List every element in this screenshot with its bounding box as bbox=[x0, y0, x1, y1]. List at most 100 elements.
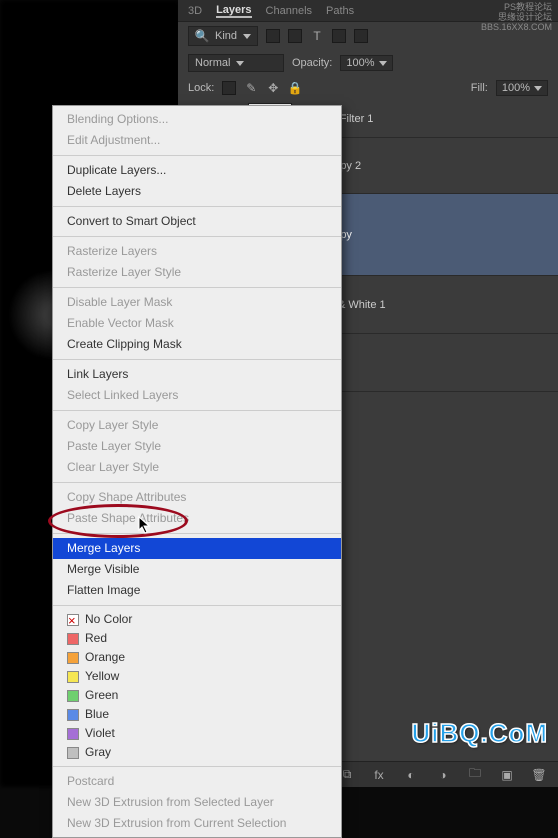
swatch-none-icon bbox=[67, 614, 79, 626]
mi-convert-smart-object[interactable]: Convert to Smart Object bbox=[53, 211, 341, 232]
color-label: Violet bbox=[85, 725, 115, 742]
tab-layers[interactable]: Layers bbox=[216, 4, 251, 18]
filter-smart-icon[interactable] bbox=[354, 29, 368, 43]
mi-copy-layer-style[interactable]: Copy Layer Style bbox=[53, 415, 341, 436]
lock-move-icon[interactable]: ✥ bbox=[266, 81, 280, 95]
color-label: Orange bbox=[85, 649, 125, 666]
blend-row: Normal Opacity: 100% bbox=[178, 50, 558, 76]
filter-kind-select[interactable]: 🔍 Kind bbox=[188, 26, 258, 46]
mi-rasterize-style[interactable]: Rasterize Layer Style bbox=[53, 262, 341, 283]
filter-type-icon[interactable]: T bbox=[310, 29, 324, 43]
swatch-blue-icon bbox=[67, 709, 79, 721]
mi-create-clipping-mask[interactable]: Create Clipping Mask bbox=[53, 334, 341, 355]
mi-clear-layer-style[interactable]: Clear Layer Style bbox=[53, 457, 341, 478]
mi-enable-vector-mask[interactable]: Enable Vector Mask bbox=[53, 313, 341, 334]
mi-merge-layers[interactable]: Merge Layers bbox=[53, 538, 341, 559]
mi-gray[interactable]: Gray bbox=[53, 743, 341, 762]
color-label: No Color bbox=[85, 611, 132, 628]
watermark-line1: 思缘设计论坛 bbox=[481, 12, 552, 22]
trash-icon[interactable]: 🗑 bbox=[532, 768, 546, 782]
mi-green[interactable]: Green bbox=[53, 686, 341, 705]
mi-orange[interactable]: Orange bbox=[53, 648, 341, 667]
fx-icon[interactable]: fx bbox=[372, 768, 386, 782]
mi-paste-layer-style[interactable]: Paste Layer Style bbox=[53, 436, 341, 457]
lock-brush-icon[interactable]: ✎ bbox=[244, 81, 258, 95]
fill-value[interactable]: 100% bbox=[496, 80, 548, 96]
chevron-down-icon bbox=[534, 86, 542, 91]
mi-edit-adjustment[interactable]: Edit Adjustment... bbox=[53, 130, 341, 151]
mi-red[interactable]: Red bbox=[53, 629, 341, 648]
new-layer-icon[interactable]: ▣ bbox=[500, 768, 514, 782]
swatch-green-icon bbox=[67, 690, 79, 702]
mi-violet[interactable]: Violet bbox=[53, 724, 341, 743]
mi-new-3d-current-selection[interactable]: New 3D Extrusion from Current Selection bbox=[53, 813, 341, 834]
lock-transparency-icon[interactable] bbox=[222, 81, 236, 95]
folder-icon[interactable]: 🗀 bbox=[468, 768, 482, 782]
mi-link-layers[interactable]: Link Layers bbox=[53, 364, 341, 385]
mi-disable-layer-mask[interactable]: Disable Layer Mask bbox=[53, 292, 341, 313]
menu-separator bbox=[53, 359, 341, 360]
blend-mode-value: Normal bbox=[195, 57, 230, 69]
color-label: Yellow bbox=[85, 668, 119, 685]
filter-pixel-icon[interactable] bbox=[266, 29, 280, 43]
color-label: Gray bbox=[85, 744, 111, 761]
color-label: Green bbox=[85, 687, 118, 704]
mi-paste-shape-attr[interactable]: Paste Shape Attributes bbox=[53, 508, 341, 529]
mi-new-3d-selected-layer[interactable]: New 3D Extrusion from Selected Layer bbox=[53, 792, 341, 813]
menu-separator bbox=[53, 155, 341, 156]
watermark-top: PS教程论坛 思缘设计论坛 BBS.16XX8.COM bbox=[481, 2, 552, 32]
adjustment-icon[interactable]: ◑ bbox=[436, 768, 450, 782]
watermark-line2: BBS.16XX8.COM bbox=[481, 22, 552, 32]
menu-separator bbox=[53, 206, 341, 207]
opacity-value[interactable]: 100% bbox=[340, 55, 392, 71]
swatch-red-icon bbox=[67, 633, 79, 645]
mi-blending-options[interactable]: Blending Options... bbox=[53, 109, 341, 130]
mi-merge-visible[interactable]: Merge Visible bbox=[53, 559, 341, 580]
color-label: Blue bbox=[85, 706, 109, 723]
opacity-label: Opacity: bbox=[292, 57, 332, 69]
menu-separator bbox=[53, 605, 341, 606]
color-label: Red bbox=[85, 630, 107, 647]
filter-shape-icon[interactable] bbox=[332, 29, 346, 43]
mask-icon[interactable]: ◐ bbox=[404, 768, 418, 782]
fill-label: Fill: bbox=[471, 82, 488, 94]
layer-context-menu: Blending Options... Edit Adjustment... D… bbox=[52, 105, 342, 838]
menu-separator bbox=[53, 410, 341, 411]
swatch-gray-icon bbox=[67, 747, 79, 759]
mi-postcard[interactable]: Postcard bbox=[53, 771, 341, 792]
tab-3d[interactable]: 3D bbox=[188, 5, 202, 17]
chevron-down-icon bbox=[243, 34, 251, 39]
menu-separator bbox=[53, 766, 341, 767]
mi-delete-layers[interactable]: Delete Layers bbox=[53, 181, 341, 202]
mi-blue[interactable]: Blue bbox=[53, 705, 341, 724]
mi-flatten-image[interactable]: Flatten Image bbox=[53, 580, 341, 601]
mi-rasterize-layers[interactable]: Rasterize Layers bbox=[53, 241, 341, 262]
tab-paths[interactable]: Paths bbox=[326, 5, 354, 17]
watermark-uibq: UiBQ.CoM bbox=[411, 718, 548, 749]
lock-row: Lock: ✎ ✥ 🔒 Fill: 100% bbox=[178, 76, 558, 100]
menu-separator bbox=[53, 482, 341, 483]
watermark-badge: PS教程论坛 bbox=[481, 2, 552, 12]
mi-yellow[interactable]: Yellow bbox=[53, 667, 341, 686]
mi-copy-shape-attr[interactable]: Copy Shape Attributes bbox=[53, 487, 341, 508]
lock-label: Lock: bbox=[188, 82, 214, 94]
menu-separator bbox=[53, 287, 341, 288]
blend-mode-select[interactable]: Normal bbox=[188, 54, 284, 72]
filter-adjustment-icon[interactable] bbox=[288, 29, 302, 43]
filter-kind-label: Kind bbox=[215, 30, 237, 42]
mi-duplicate-layers[interactable]: Duplicate Layers... bbox=[53, 160, 341, 181]
fill-text: 100% bbox=[502, 82, 530, 94]
opacity-text: 100% bbox=[346, 57, 374, 69]
lock-all-icon[interactable]: 🔒 bbox=[288, 81, 302, 95]
tab-channels[interactable]: Channels bbox=[266, 5, 312, 17]
swatch-orange-icon bbox=[67, 652, 79, 664]
mi-select-linked[interactable]: Select Linked Layers bbox=[53, 385, 341, 406]
chevron-down-icon bbox=[236, 61, 244, 66]
menu-separator bbox=[53, 533, 341, 534]
swatch-violet-icon bbox=[67, 728, 79, 740]
menu-separator bbox=[53, 236, 341, 237]
mi-no-color[interactable]: No Color bbox=[53, 610, 341, 629]
link-icon[interactable]: ⧉ bbox=[340, 768, 354, 782]
chevron-down-icon bbox=[379, 61, 387, 66]
search-icon: 🔍 bbox=[195, 29, 209, 43]
